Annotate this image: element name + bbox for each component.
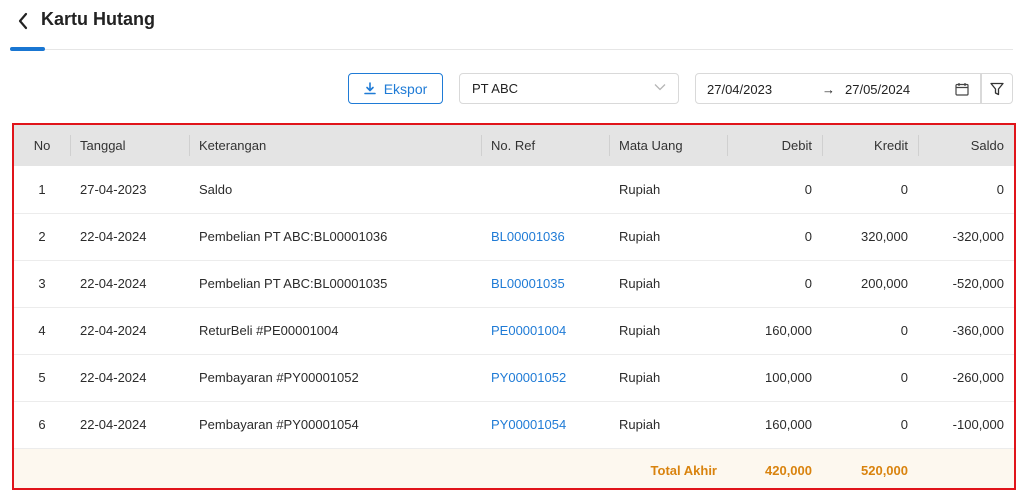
table-row[interactable]: 2 22-04-2024 Pembelian PT ABC:BL00001036… [14,213,1014,260]
cell-debit: 160,000 [765,323,812,338]
chevron-down-icon [654,84,666,91]
cell-ref-link[interactable]: PY00001054 [481,401,609,448]
cell-tanggal: 22-04-2024 [80,276,147,291]
cell-ref-link[interactable]: PE00001004 [481,307,609,354]
cell-kredit: 0 [900,417,908,432]
ledger-table: No Tanggal Keterangan No. Ref Mata Uang … [14,125,1014,488]
cell-ref-link [481,166,609,213]
cell-debit: 0 [804,229,812,244]
cell-mata-uang: Rupiah [619,370,661,385]
table-row[interactable]: 5 22-04-2024 Pembayaran #PY00001052 PY00… [14,354,1014,401]
table-row[interactable]: 1 27-04-2023 Saldo Rupiah 0 0 0 [14,166,1014,213]
ledger-table-container: No Tanggal Keterangan No. Ref Mata Uang … [12,123,1016,490]
cell-keterangan: Pembayaran #PY00001054 [199,417,359,432]
cell-tanggal: 22-04-2024 [80,323,147,338]
table-total-row: Total Akhir 420,000 520,000 [14,448,1014,488]
column-header-debit[interactable]: Debit [727,125,822,166]
cell-mata-uang: Rupiah [619,181,661,197]
cell-ref-link[interactable]: BL00001035 [481,260,609,307]
cell-mata-uang: Rupiah [619,229,661,244]
cell-keterangan: Pembelian PT ABC:BL00001036 [199,229,388,244]
table-row[interactable]: 6 22-04-2024 Pembayaran #PY00001054 PY00… [14,401,1014,448]
cell-no: 1 [38,181,46,197]
total-saldo [918,448,1014,488]
cell-keterangan: Pembayaran #PY00001052 [199,370,359,385]
date-end-input[interactable]: 27/05/2024 [845,82,910,97]
cell-debit: 0 [804,181,812,197]
date-range-picker[interactable]: 27/04/2023 → 27/05/2024 [695,73,981,104]
total-debit: 420,000 [765,462,812,478]
download-icon [363,82,376,95]
cell-mata-uang: Rupiah [619,417,661,432]
table-row[interactable]: 4 22-04-2024 ReturBeli #PE00001004 PE000… [14,307,1014,354]
cell-saldo: -100,000 [952,417,1004,432]
cell-tanggal: 22-04-2024 [80,229,147,244]
column-header-keterangan[interactable]: Keterangan [189,125,481,166]
header-divider [10,49,1013,50]
cell-keterangan: Saldo [199,181,233,197]
page-title: Kartu Hutang [41,9,155,29]
column-header-no[interactable]: No [14,125,70,166]
cell-mata-uang: Rupiah [619,276,661,291]
export-button[interactable]: Ekspor [348,73,443,104]
cell-debit: 160,000 [765,417,812,432]
cell-keterangan: ReturBeli #PE00001004 [199,323,339,338]
cell-no: 4 [38,323,46,338]
cell-ref-link[interactable]: PY00001052 [481,354,609,401]
page-header: Kartu Hutang [0,0,1027,52]
cell-mata-uang: Rupiah [619,323,661,338]
cell-saldo: -520,000 [952,276,1004,291]
cell-tanggal: 22-04-2024 [80,370,147,385]
cell-saldo: -320,000 [952,229,1004,244]
table-row[interactable]: 3 22-04-2024 Pembelian PT ABC:BL00001035… [14,260,1014,307]
cell-kredit: 0 [900,181,908,197]
cell-debit: 0 [804,276,812,291]
total-label: Total Akhir [650,462,717,478]
column-header-mata-uang[interactable]: Mata Uang [609,125,727,166]
company-select[interactable]: PT ABC [459,73,679,104]
arrow-right-icon: → [822,82,835,97]
cell-kredit: 200,000 [861,276,908,291]
cell-no: 3 [38,276,46,291]
cell-tanggal: 27-04-2023 [80,181,147,197]
cell-no: 6 [38,417,46,432]
cell-kredit: 320,000 [861,229,908,244]
total-kredit: 520,000 [861,462,908,478]
cell-saldo: -360,000 [952,323,1004,338]
table-header-row: No Tanggal Keterangan No. Ref Mata Uang … [14,125,1014,166]
column-header-tanggal[interactable]: Tanggal [70,125,189,166]
back-button[interactable] [14,10,32,32]
cell-no: 2 [38,229,46,244]
cell-kredit: 0 [900,323,908,338]
cell-ref-link[interactable]: BL00001036 [481,213,609,260]
company-value: PT ABC [472,81,519,96]
cell-kredit: 0 [900,370,908,385]
cell-debit: 100,000 [765,370,812,385]
column-header-saldo[interactable]: Saldo [918,125,1014,166]
active-tab-indicator [10,47,45,51]
cell-tanggal: 22-04-2024 [80,417,147,432]
chevron-left-icon [18,12,28,30]
cell-saldo: -260,000 [952,370,1004,385]
cell-saldo: 0 [996,181,1004,197]
filter-icon [990,82,1004,95]
column-header-kredit[interactable]: Kredit [822,125,918,166]
cell-no: 5 [38,370,46,385]
cell-keterangan: Pembelian PT ABC:BL00001035 [199,276,388,291]
calendar-icon[interactable] [955,82,969,96]
column-header-no-ref[interactable]: No. Ref [481,125,609,166]
filter-button[interactable] [981,73,1013,104]
toolbar: Ekspor PT ABC 27/04/2023 → 27/05/2024 [0,73,1027,105]
export-label: Ekspor [383,80,428,97]
date-start-input[interactable]: 27/04/2023 [707,82,772,97]
